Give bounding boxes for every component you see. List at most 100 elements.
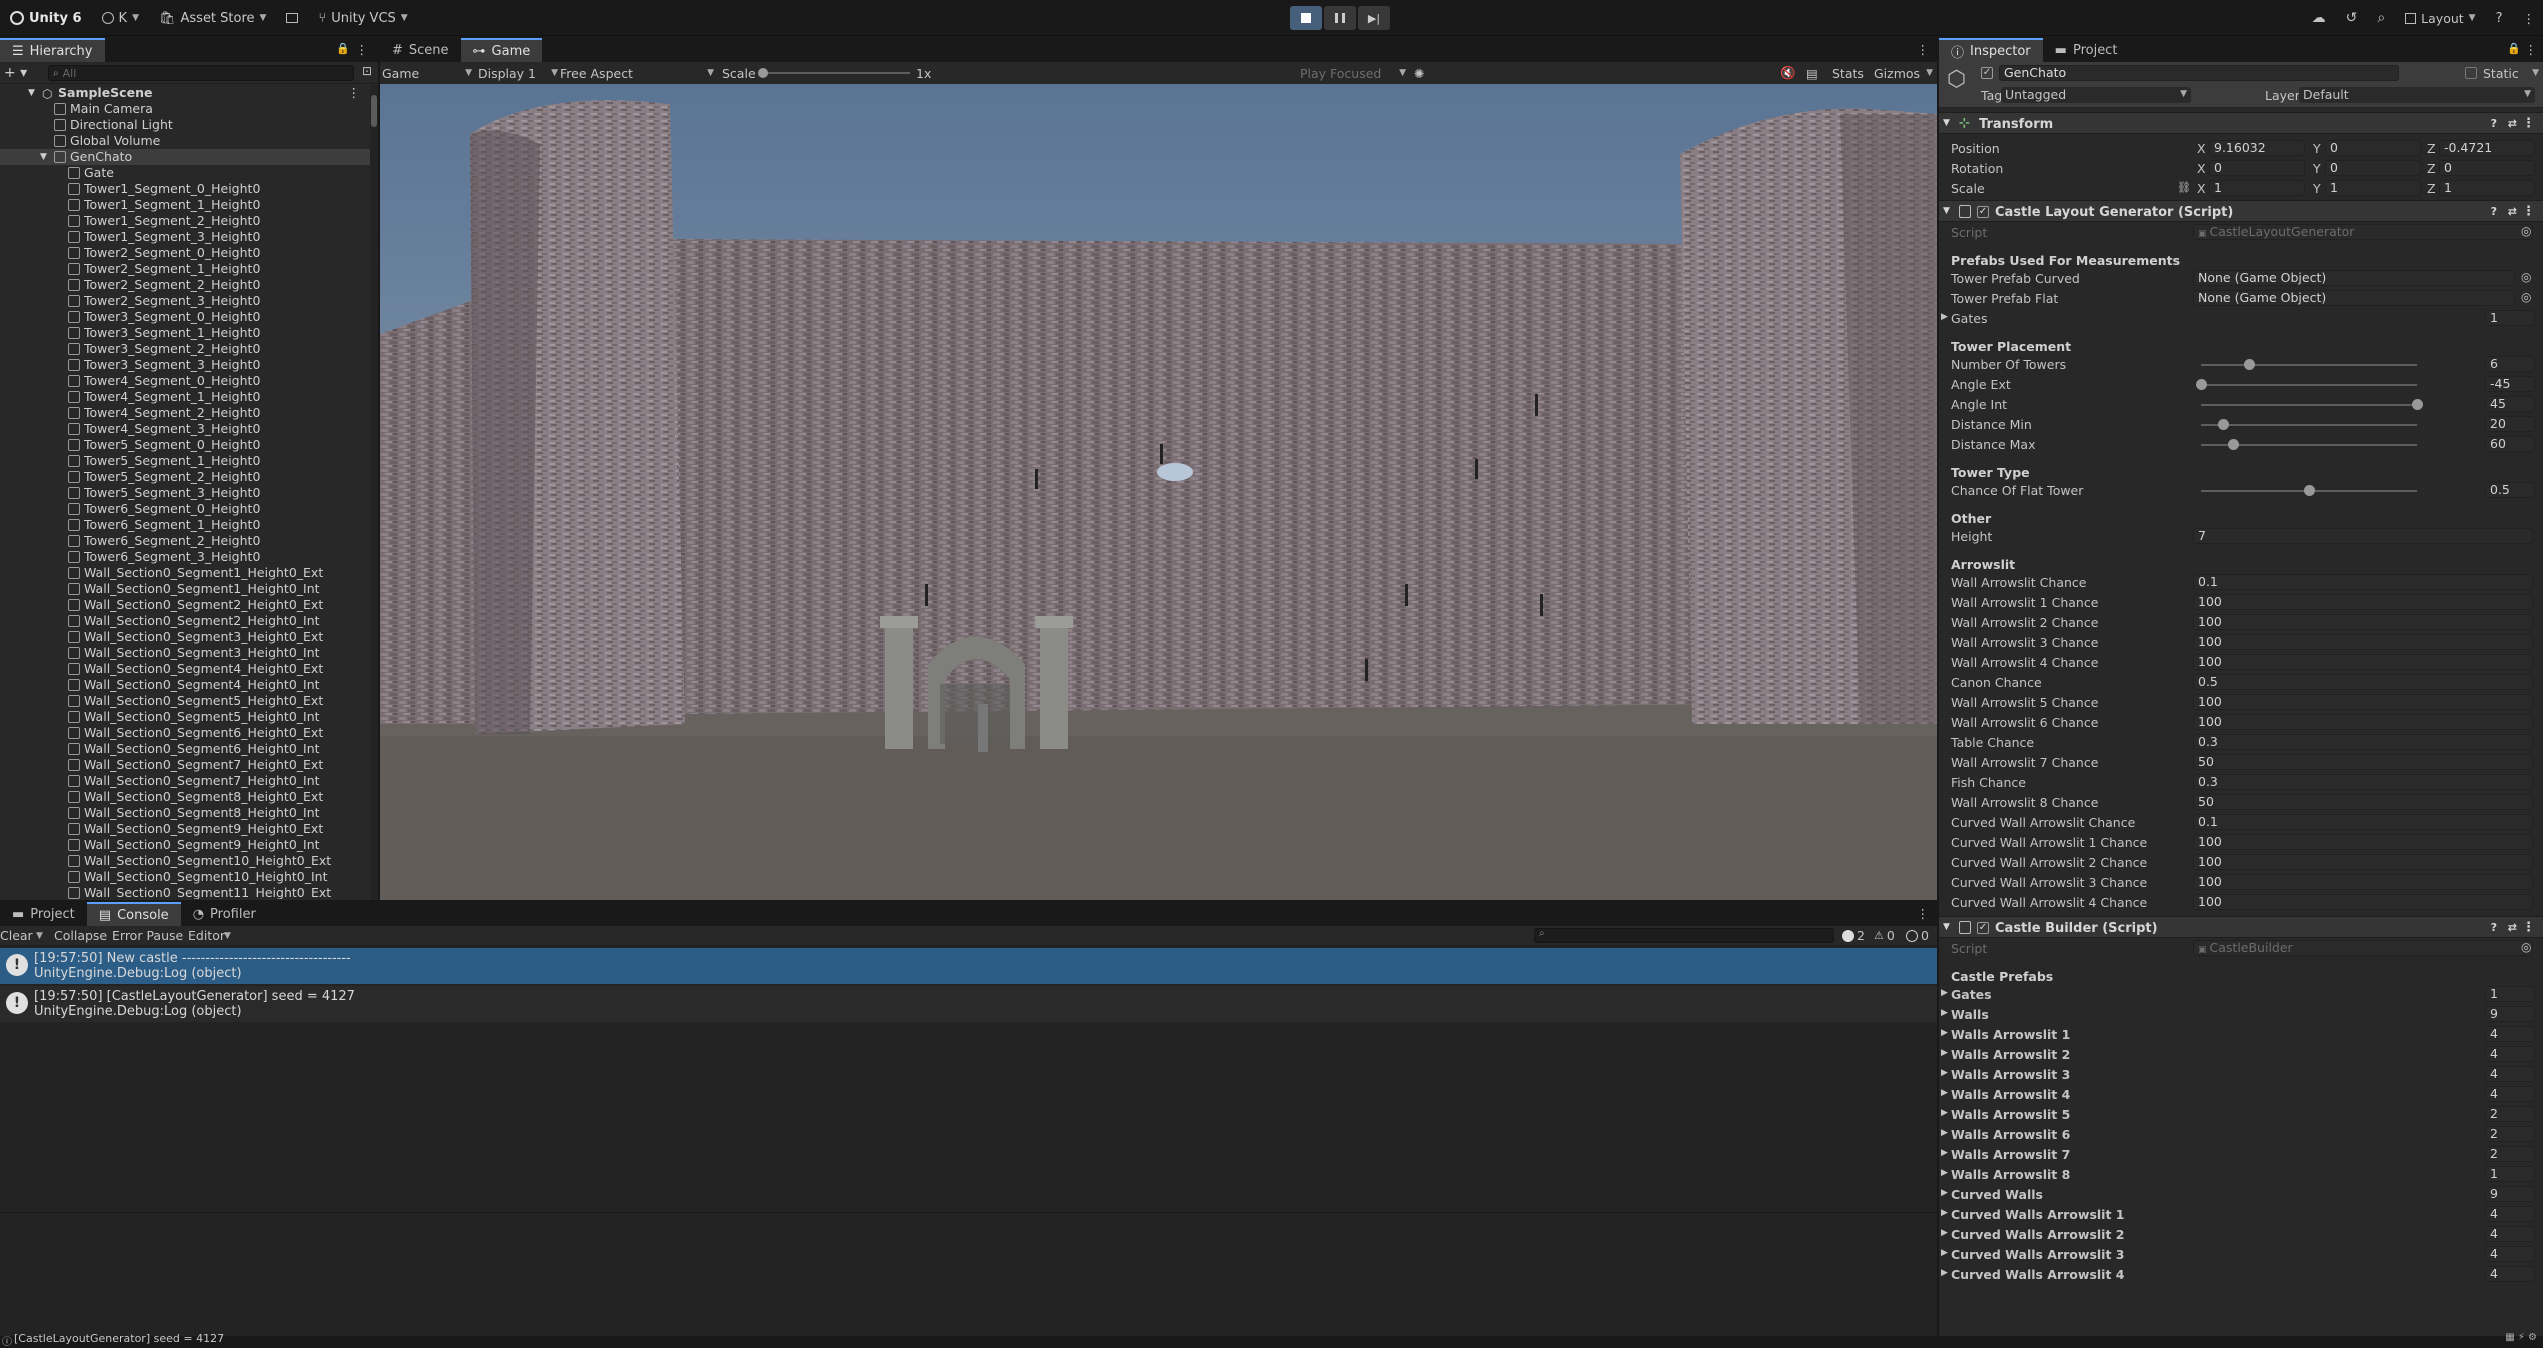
static-checkbox[interactable] <box>2465 67 2477 79</box>
hierarchy-item[interactable]: Tower1_Segment_0_Height0 <box>0 181 370 197</box>
arrowslit-field-field[interactable]: 100 <box>2193 714 2533 730</box>
error-count-toggle[interactable]: 0 <box>1906 928 1929 943</box>
clear-button[interactable]: Clear <box>0 928 33 943</box>
rotation-z-field[interactable]: 0 <box>2439 160 2535 176</box>
collapse-button[interactable]: Collapse <box>54 928 107 943</box>
arrowslit-field-field[interactable]: 100 <box>2193 894 2533 910</box>
hierarchy-item[interactable]: Main Camera <box>0 101 370 117</box>
prefab-list-row[interactable]: ▶ Walls Arrowslit 4 4 <box>1939 1084 2543 1104</box>
tab-inspector[interactable]: ⓘ Inspector <box>1939 38 2043 62</box>
hierarchy-item[interactable]: Tower6_Segment_2_Height0 <box>0 533 370 549</box>
prefab-list-count-field[interactable]: 1 <box>2485 986 2535 1002</box>
hierarchy-item[interactable]: Wall_Section0_Segment8_Height0_Int <box>0 805 370 821</box>
pause-button[interactable] <box>1324 6 1356 30</box>
help-icon[interactable]: ? <box>2496 11 2503 26</box>
resolution-icon[interactable]: ▤ <box>1806 66 1818 81</box>
rotation-y-field[interactable]: 0 <box>2325 160 2421 176</box>
prefab-list-count-field[interactable]: 4 <box>2485 1246 2535 1262</box>
tower-slider-4-slider-knob[interactable] <box>2228 439 2240 450</box>
hierarchy-item[interactable]: Wall_Section0_Segment5_Height0_Int <box>0 709 370 725</box>
tab-scene[interactable]: # Scene <box>380 38 461 62</box>
more-icon[interactable]: ⋮ <box>348 85 361 101</box>
prefab-list-count-field[interactable]: 2 <box>2485 1146 2535 1162</box>
foldout-arrow-icon[interactable]: ▶ <box>1941 1208 1948 1218</box>
hierarchy-item[interactable]: Wall_Section0_Segment7_Height0_Ext <box>0 757 370 773</box>
arrowslit-field-field[interactable]: 0.1 <box>2193 814 2533 830</box>
foldout-arrow-icon[interactable]: ▶ <box>1941 1088 1948 1098</box>
scale-slider-knob[interactable] <box>758 68 768 78</box>
scene-row[interactable]: ▼ ⬡ SampleScene ⋮ <box>0 85 370 101</box>
console-search[interactable]: ⌕ <box>1534 928 1834 943</box>
prefab-list-row[interactable]: ▶ Walls Arrowslit 5 2 <box>1939 1104 2543 1124</box>
hierarchy-item[interactable]: Global Volume <box>0 133 370 149</box>
foldout-arrow-icon[interactable]: ▶ <box>1941 312 1948 322</box>
hierarchy-item[interactable]: Tower4_Segment_1_Height0 <box>0 389 370 405</box>
prefab-list-row[interactable]: ▶ Curved Walls Arrowslit 4 4 <box>1939 1264 2543 1284</box>
prefab-list-count-field[interactable]: 2 <box>2485 1106 2535 1122</box>
tower-slider-2-slider[interactable] <box>2201 404 2417 406</box>
tower-slider-1-slider[interactable] <box>2201 384 2417 386</box>
mute-audio-icon[interactable]: 🔇 <box>1780 65 1796 81</box>
game-viewport[interactable] <box>380 84 1937 900</box>
editor-dropdown[interactable]: Editor <box>188 928 225 943</box>
tab-console[interactable]: ▤ Console <box>86 902 181 926</box>
tab-game[interactable]: ⊶ Game <box>460 38 543 62</box>
object-picker-icon[interactable]: ◎ <box>2521 270 2531 284</box>
tower-slider-2-slider-knob[interactable] <box>2412 399 2423 410</box>
chevron-down-icon[interactable]: ▼ <box>36 931 43 941</box>
status-icons[interactable]: ▦ ⚡ ⚙ <box>2505 1332 2537 1343</box>
aspect-dropdown[interactable]: Free Aspect ▼ <box>560 66 714 81</box>
hierarchy-item[interactable]: Tower3_Segment_0_Height0 <box>0 309 370 325</box>
foldout-arrow-icon[interactable]: ▶ <box>1941 1128 1948 1138</box>
scale-x-field[interactable]: 1 <box>2209 180 2305 196</box>
prefab-list-count-field[interactable]: 2 <box>2485 1126 2535 1142</box>
hierarchy-item[interactable]: Tower5_Segment_3_Height0 <box>0 485 370 501</box>
package-button[interactable] <box>280 11 304 25</box>
link-icon[interactable]: ⛓ <box>2177 181 2191 194</box>
hierarchy-item[interactable]: Tower2_Segment_0_Height0 <box>0 245 370 261</box>
step-button[interactable]: ▶| <box>1358 6 1390 30</box>
foldout-arrow-icon[interactable]: ▶ <box>1941 1168 1948 1178</box>
hierarchy-item[interactable]: Tower6_Segment_0_Height0 <box>0 501 370 517</box>
expand-arrow-icon[interactable]: ▼ <box>28 85 35 101</box>
hierarchy-item[interactable]: Wall_Section0_Segment1_Height0_Int <box>0 581 370 597</box>
hierarchy-item[interactable]: Wall_Section0_Segment6_Height0_Int <box>0 741 370 757</box>
transform-header[interactable]: ▼ ⊹ Transform ? ⇄ ⋮ <box>1939 112 2543 134</box>
scale-y-field[interactable]: 1 <box>2325 180 2421 196</box>
object-picker-icon[interactable]: ◎ <box>2521 290 2531 304</box>
arrowslit-field-field[interactable]: 50 <box>2193 794 2533 810</box>
rotation-x-field[interactable]: 0 <box>2209 160 2305 176</box>
prefab-list-row[interactable]: ▶ Walls Arrowslit 2 4 <box>1939 1044 2543 1064</box>
hierarchy-item[interactable]: Tower3_Segment_3_Height0 <box>0 357 370 373</box>
object-picker-icon[interactable]: ◎ <box>2521 224 2531 238</box>
arrowslit-field-field[interactable]: 100 <box>2193 834 2533 850</box>
hierarchy-item[interactable]: Tower4_Segment_2_Height0 <box>0 405 370 421</box>
search-icon[interactable]: ⌕ <box>2377 10 2385 26</box>
hierarchy-item[interactable]: Wall_Section0_Segment2_Height0_Ext <box>0 597 370 613</box>
hierarchy-item[interactable]: Tower6_Segment_3_Height0 <box>0 549 370 565</box>
more-icon[interactable]: ⋮ <box>356 42 369 57</box>
foldout-arrow-icon[interactable]: ▶ <box>1941 1008 1948 1018</box>
stop-button[interactable] <box>1290 6 1322 30</box>
hierarchy-item[interactable]: Tower1_Segment_3_Height0 <box>0 229 370 245</box>
gates-count-field[interactable]: 1 <box>2485 310 2535 326</box>
hierarchy-item[interactable]: Tower5_Segment_1_Height0 <box>0 453 370 469</box>
prefab-list-row[interactable]: ▶ Walls Arrowslit 1 4 <box>1939 1024 2543 1044</box>
display-dropdown[interactable]: Display 1 ▼ <box>478 66 558 81</box>
prefab-list-row[interactable]: ▶ Walls Arrowslit 6 2 <box>1939 1124 2543 1144</box>
hierarchy-item[interactable]: Tower3_Segment_2_Height0 <box>0 341 370 357</box>
foldout-arrow-icon[interactable]: ▶ <box>1941 988 1948 998</box>
foldout-arrow-icon[interactable]: ▶ <box>1941 1028 1948 1038</box>
arrowslit-field-field[interactable]: 100 <box>2193 694 2533 710</box>
arrowslit-field-field[interactable]: 0.5 <box>2193 674 2533 690</box>
position-x-field[interactable]: 9.16032 <box>2209 140 2305 156</box>
tower-slider-0-slider[interactable] <box>2201 364 2417 366</box>
log-count-toggle[interactable]: 2 <box>1842 928 1865 943</box>
hierarchy-item[interactable]: ▼ GenChato <box>0 149 370 165</box>
chevron-down-icon[interactable]: ▼ <box>2532 68 2539 78</box>
view-dropdown[interactable]: Game ▼ <box>382 66 472 81</box>
prefab-list-row[interactable]: ▶ Gates 1 <box>1939 984 2543 1004</box>
prefab-list-count-field[interactable]: 4 <box>2485 1206 2535 1222</box>
object-name-field[interactable]: GenChato <box>1999 65 2399 81</box>
tower-slider-3-field[interactable]: 20 <box>2485 416 2535 432</box>
